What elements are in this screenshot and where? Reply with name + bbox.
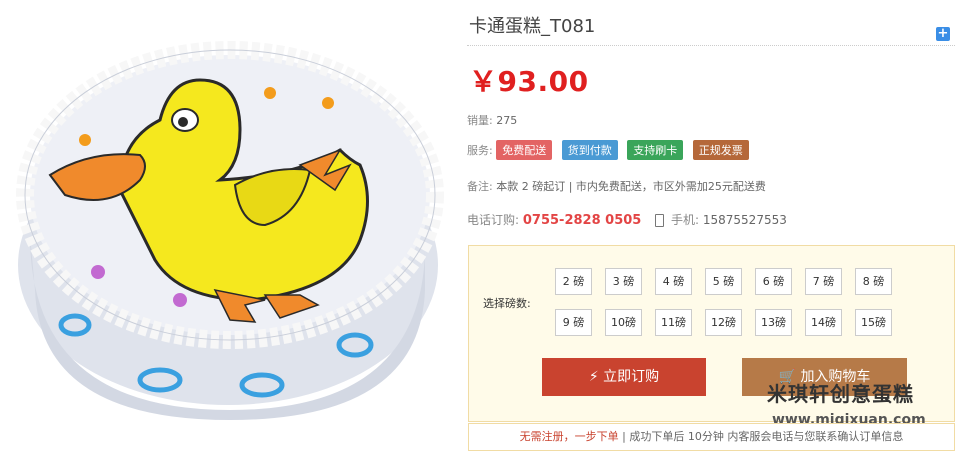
phone-value: 0755-2828 0505: [522, 213, 642, 228]
size-option-8[interactable]: 8 磅: [855, 268, 892, 295]
service-badge-cod: 货到付款: [561, 140, 618, 160]
mobile-icon: [655, 214, 665, 227]
size-option-10[interactable]: 10磅: [605, 309, 642, 336]
plus-icon[interactable]: +: [936, 27, 950, 41]
product-info: 卡通蛋糕_T081 + ￥93.00 销量: 275 服务: 免费配送 货到付款…: [467, 0, 957, 451]
mobile-label: 手机:: [671, 213, 700, 227]
service-badge-free-delivery: 免费配送: [496, 140, 553, 160]
note-row: 备注: 本款 2 磅起订 | 市内免费配送，市区外需加25元配送费: [467, 178, 766, 194]
notice-text: | 成功下单后 10分钟 内客服会电话与您联系确认订单信息: [618, 430, 904, 443]
order-now-label: 立即订购: [603, 369, 660, 385]
size-option-4[interactable]: 4 磅: [655, 268, 692, 295]
order-now-button[interactable]: ⚡ 立即订购: [542, 358, 706, 396]
sales-value: 275: [496, 114, 518, 127]
size-option-15[interactable]: 15磅: [855, 309, 892, 336]
size-option-14[interactable]: 14磅: [805, 309, 842, 336]
size-option-5[interactable]: 5 磅: [705, 268, 742, 295]
size-option-13[interactable]: 13磅: [755, 309, 792, 336]
size-option-12[interactable]: 12磅: [705, 309, 742, 336]
size-option-11[interactable]: 11磅: [655, 309, 692, 336]
phone-row: 电话订购: 0755-2828 0505 手机: 15875527553: [467, 211, 787, 228]
product-image: [16, 41, 444, 420]
services-row: 服务: 免费配送 货到付款 支持刷卡 正规发票: [467, 140, 755, 160]
size-option-6[interactable]: 6 磅: [755, 268, 792, 295]
notice-highlight: 无需注册，一步下单: [519, 430, 619, 443]
note-text: 本款 2 磅起订 | 市内免费配送，市区外需加25元配送费: [496, 180, 766, 193]
size-option-2[interactable]: 2 磅: [555, 268, 592, 295]
phone-label: 电话订购:: [467, 213, 520, 227]
note-label: 备注:: [467, 180, 493, 193]
size-option-9[interactable]: 9 磅: [555, 309, 592, 336]
size-select-label: 选择磅数:: [483, 297, 531, 310]
size-option-3[interactable]: 3 磅: [605, 268, 642, 295]
service-badge-invoice: 正规发票: [692, 140, 749, 160]
service-badge-card: 支持刷卡: [627, 140, 684, 160]
product-title: 卡通蛋糕_T081: [469, 16, 596, 37]
sales-row: 销量: 275: [467, 112, 517, 128]
size-option-7[interactable]: 7 磅: [805, 268, 842, 295]
lightning-icon: ⚡: [588, 369, 599, 385]
mobile-value: 15875527553: [702, 213, 787, 227]
order-notice: 无需注册，一步下单 | 成功下单后 10分钟 内客服会电话与您联系确认订单信息: [468, 423, 955, 451]
service-label: 服务:: [467, 144, 493, 157]
watermark-brand: 米琪轩创意蛋糕: [767, 382, 914, 406]
sales-label: 销量:: [467, 114, 493, 127]
product-price: ￥93.00: [469, 65, 589, 98]
divider: [467, 45, 955, 46]
